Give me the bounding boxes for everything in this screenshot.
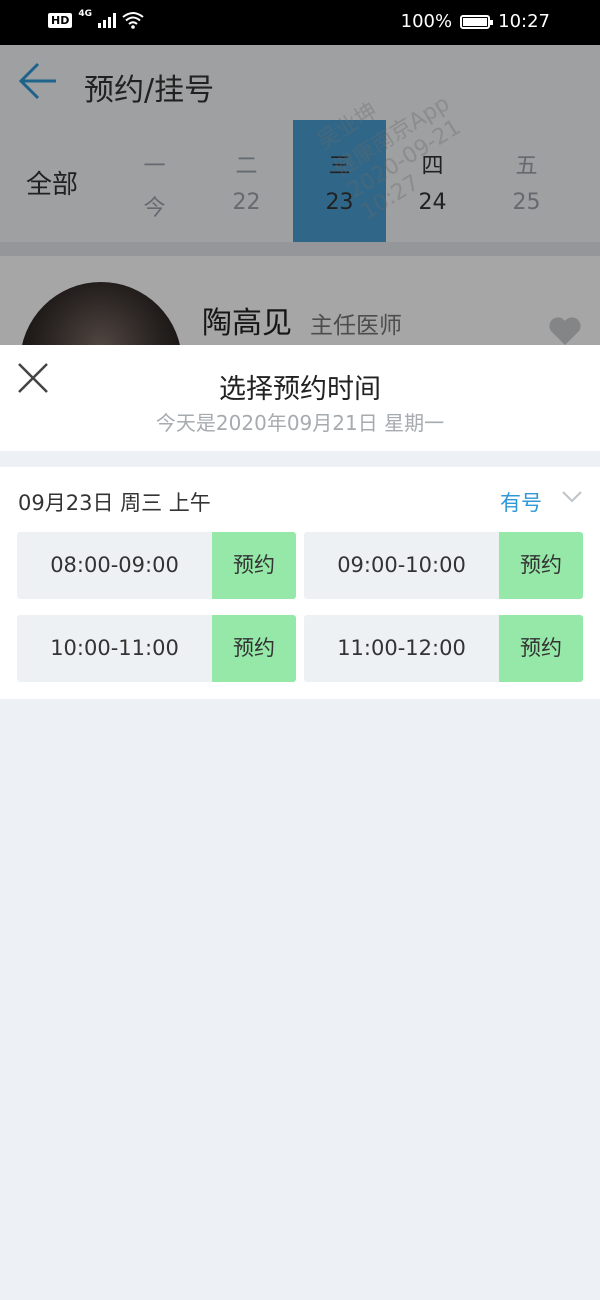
- time-slot: 10:00-11:00 预约: [17, 615, 296, 682]
- status-bar: HD 4G 100% 10:27: [0, 0, 600, 45]
- sheet-header: 选择预约时间 今天是2020年09月21日 星期一: [0, 345, 600, 451]
- book-button[interactable]: 预约: [499, 532, 583, 599]
- availability-badge[interactable]: 有号: [500, 487, 542, 517]
- time-slot: 08:00-09:00 预约: [17, 532, 296, 599]
- slot-time: 09:00-10:00: [337, 553, 466, 577]
- book-button[interactable]: 预约: [212, 615, 296, 682]
- slot-time: 11:00-12:00: [337, 636, 466, 660]
- wifi-icon: [122, 12, 144, 29]
- slot-panel: 09月23日 周三 上午 有号 08:00-09:00 预约 09:00-10:…: [0, 467, 600, 699]
- sheet-title: 选择预约时间: [219, 374, 381, 405]
- battery-icon: [460, 14, 494, 29]
- slot-time: 08:00-09:00: [50, 553, 179, 577]
- book-button[interactable]: 预约: [212, 532, 296, 599]
- slot-section-header: 09月23日 周三 上午: [18, 491, 211, 515]
- slot-time: 10:00-11:00: [50, 636, 179, 660]
- hd-indicator: HD: [48, 12, 73, 28]
- sheet-subtitle: 今天是2020年09月21日 星期一: [155, 411, 445, 435]
- network-indicator: 4G: [78, 9, 92, 19]
- modal-backdrop[interactable]: [0, 45, 600, 345]
- battery-percent: 100%: [400, 11, 453, 32]
- time-slot: 09:00-10:00 预约: [304, 532, 583, 599]
- time-picker-sheet: 选择预约时间 今天是2020年09月21日 星期一 09月23日 周三 上午 有…: [0, 345, 600, 1300]
- signal-icon: [98, 12, 116, 28]
- time-slot: 11:00-12:00 预约: [304, 615, 583, 682]
- chevron-down-icon[interactable]: [562, 491, 582, 503]
- book-button[interactable]: 预约: [499, 615, 583, 682]
- clock: 10:27: [498, 11, 550, 32]
